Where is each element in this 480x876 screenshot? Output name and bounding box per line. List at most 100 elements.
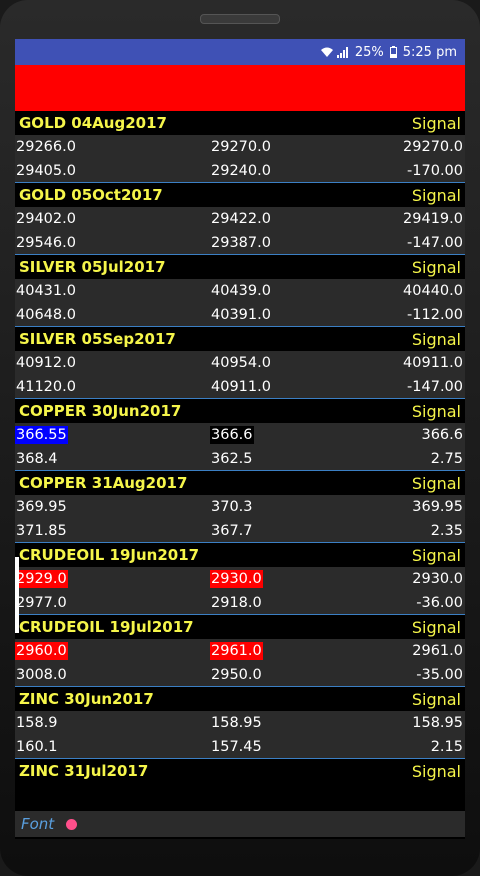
contract-title: GOLD 04Aug2017 [19, 114, 167, 132]
section-header[interactable]: CRUDEOIL 19Jun2017 Signal [15, 543, 465, 567]
signal-label[interactable]: Signal [412, 258, 461, 277]
price-cell-1: 158.9 [16, 715, 58, 731]
price-row[interactable]: 158.9 158.95 158.95 [15, 711, 465, 735]
price-row[interactable]: 371.85 367.7 2.35 [15, 519, 465, 543]
signal-label[interactable]: Signal [412, 474, 461, 493]
signal-icon [336, 46, 348, 58]
price-cell-2: 29387.0 [211, 235, 271, 251]
price-cell-2: 29240.0 [211, 163, 271, 179]
price-cell-2: 2930.0 [210, 570, 263, 588]
price-cell-3: 29270.0 [403, 139, 463, 155]
price-cell-1: 160.1 [16, 739, 58, 755]
price-cell-2: 362.5 [211, 451, 253, 467]
font-button[interactable]: Font [21, 815, 54, 833]
price-cell-1: 3008.0 [16, 667, 67, 683]
contract-title: COPPER 31Aug2017 [19, 474, 188, 492]
price-cell-1: 29266.0 [16, 139, 76, 155]
price-cell-3: -147.00 [407, 379, 463, 395]
contract-title: ZINC 30Jun2017 [19, 690, 154, 708]
app-header-bar [15, 65, 465, 111]
signal-label[interactable]: Signal [412, 546, 461, 565]
price-cell-3: -170.00 [407, 163, 463, 179]
signal-label[interactable]: Signal [412, 690, 461, 709]
price-row[interactable]: 41120.0 40911.0 -147.00 [15, 375, 465, 399]
app-screen: 25% 5:25 pm GOLD 04Aug2017 Signal 29266.0 2… [15, 39, 465, 839]
price-row[interactable]: 2929.0 2930.0 2930.0 [15, 567, 465, 591]
contract-title: GOLD 05Oct2017 [19, 186, 163, 204]
section-header[interactable]: COPPER 30Jun2017 Signal [15, 399, 465, 423]
price-row[interactable]: 3008.0 2950.0 -35.00 [15, 663, 465, 687]
price-cell-3: 2930.0 [412, 571, 463, 587]
price-cell-2: 40911.0 [211, 379, 271, 395]
price-cell-3: 2961.0 [412, 643, 463, 659]
battery-icon [389, 46, 397, 58]
price-cell-1: 366.55 [15, 426, 68, 444]
status-bar: 25% 5:25 pm [15, 39, 465, 65]
price-cell-1: 29405.0 [16, 163, 76, 179]
contract-title: CRUDEOIL 19Jul2017 [19, 618, 194, 636]
price-row[interactable]: 29266.0 29270.0 29270.0 [15, 135, 465, 159]
price-cell-3: 2.75 [430, 451, 463, 467]
signal-label[interactable]: Signal [412, 114, 461, 133]
price-cell-1: 369.95 [16, 499, 67, 515]
price-cell-1: 2960.0 [15, 642, 68, 660]
contract-title: COPPER 30Jun2017 [19, 402, 182, 420]
color-dot-icon[interactable] [66, 818, 78, 830]
price-cell-1: 2977.0 [16, 595, 67, 611]
signal-label[interactable]: Signal [412, 186, 461, 205]
scroll-indicator [15, 557, 19, 633]
section-header[interactable]: GOLD 05Oct2017 Signal [15, 183, 465, 207]
price-cell-3: -147.00 [407, 235, 463, 251]
price-cell-2: 2961.0 [210, 642, 263, 660]
price-row[interactable]: 160.1 157.45 2.15 [15, 735, 465, 759]
price-cell-2: 40954.0 [211, 355, 271, 371]
speaker-grille [200, 14, 280, 24]
price-cell-1: 368.4 [16, 451, 58, 467]
price-cell-3: 158.95 [412, 715, 463, 731]
price-cell-3: 29419.0 [403, 211, 463, 227]
signal-label[interactable]: Signal [412, 762, 461, 781]
section-header[interactable]: ZINC 31Jul2017 Signal [15, 759, 465, 783]
price-cell-1: 2929.0 [15, 570, 68, 588]
price-cell-2: 366.6 [210, 426, 254, 444]
price-row[interactable]: 40912.0 40954.0 40911.0 [15, 351, 465, 375]
price-cell-1: 40431.0 [16, 283, 76, 299]
price-cell-2: 370.3 [211, 499, 253, 515]
price-row[interactable]: 29405.0 29240.0 -170.00 [15, 159, 465, 183]
price-row[interactable]: 366.55 366.6 366.6 [15, 423, 465, 447]
section-header[interactable]: COPPER 31Aug2017 Signal [15, 471, 465, 495]
price-row[interactable]: 40431.0 40439.0 40440.0 [15, 279, 465, 303]
status-icons [320, 46, 349, 58]
price-cell-3: 366.6 [421, 427, 463, 443]
contract-title: SILVER 05Jul2017 [19, 258, 166, 276]
price-cell-3: 2.15 [430, 739, 463, 755]
price-cell-3: -112.00 [407, 307, 463, 323]
price-cell-2: 158.95 [211, 715, 262, 731]
price-row[interactable]: 40648.0 40391.0 -112.00 [15, 303, 465, 327]
contract-list[interactable]: GOLD 04Aug2017 Signal 29266.0 29270.0 29270.… [15, 111, 465, 783]
section-header[interactable]: CRUDEOIL 19Jul2017 Signal [15, 615, 465, 639]
signal-label[interactable]: Signal [412, 402, 461, 421]
price-row[interactable]: 29402.0 29422.0 29419.0 [15, 207, 465, 231]
battery-percent: 25% [354, 44, 384, 60]
price-cell-2: 40439.0 [211, 283, 271, 299]
wifi-icon [320, 47, 333, 57]
section-header[interactable]: ZINC 30Jun2017 Signal [15, 687, 465, 711]
signal-label[interactable]: Signal [412, 618, 461, 637]
contract-title: ZINC 31Jul2017 [19, 762, 149, 780]
signal-label[interactable]: Signal [412, 330, 461, 349]
footer-bar: Font [15, 811, 465, 837]
price-row[interactable]: 2960.0 2961.0 2961.0 [15, 639, 465, 663]
price-cell-3: -36.00 [416, 595, 463, 611]
contract-title: CRUDEOIL 19Jun2017 [19, 546, 200, 564]
price-row[interactable]: 29546.0 29387.0 -147.00 [15, 231, 465, 255]
price-row[interactable]: 369.95 370.3 369.95 [15, 495, 465, 519]
price-row[interactable]: 368.4 362.5 2.75 [15, 447, 465, 471]
section-header[interactable]: SILVER 05Sep2017 Signal [15, 327, 465, 351]
section-header[interactable]: SILVER 05Jul2017 Signal [15, 255, 465, 279]
price-cell-1: 40648.0 [16, 307, 76, 323]
price-cell-3: 2.35 [430, 523, 463, 539]
price-cell-1: 40912.0 [16, 355, 76, 371]
section-header[interactable]: GOLD 04Aug2017 Signal [15, 111, 465, 135]
price-row[interactable]: 2977.0 2918.0 -36.00 [15, 591, 465, 615]
